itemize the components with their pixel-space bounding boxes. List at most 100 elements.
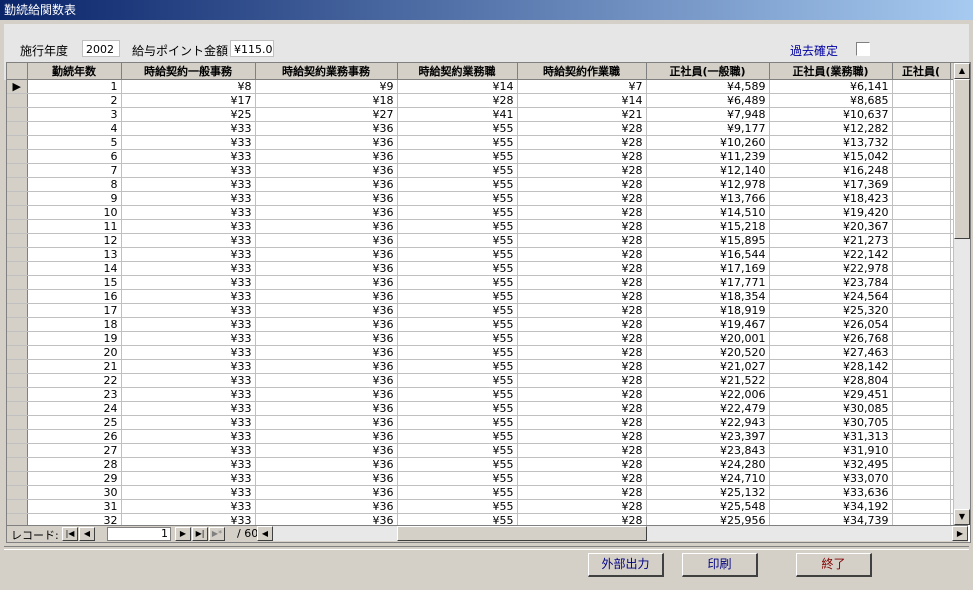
row-selector[interactable]: [7, 205, 28, 220]
table-cell[interactable]: ¥55: [397, 275, 518, 290]
table-row[interactable]: 16 ¥33 ¥36 ¥55 ¥28 ¥18,354 ¥24,564: [7, 289, 955, 304]
table-cell[interactable]: ¥28: [517, 331, 647, 346]
table-row[interactable]: 15 ¥33 ¥36 ¥55 ¥28 ¥17,771 ¥23,784: [7, 275, 955, 290]
table-cell[interactable]: ¥36: [255, 163, 398, 178]
table-cell[interactable]: 11: [27, 219, 122, 234]
table-cell[interactable]: ¥55: [397, 457, 518, 472]
table-cell[interactable]: ¥34,192: [769, 499, 893, 514]
table-cell[interactable]: [892, 443, 951, 458]
table-cell[interactable]: ¥25,548: [646, 499, 770, 514]
table-cell[interactable]: ¥15,218: [646, 219, 770, 234]
table-cell[interactable]: ¥55: [397, 289, 518, 304]
table-cell[interactable]: ¥33: [121, 247, 256, 262]
table-cell[interactable]: 1: [27, 79, 122, 94]
table-cell[interactable]: ¥55: [397, 149, 518, 164]
table-cell[interactable]: ¥33: [121, 359, 256, 374]
table-cell[interactable]: ¥36: [255, 359, 398, 374]
row-selector[interactable]: [7, 415, 28, 430]
table-cell[interactable]: ¥55: [397, 191, 518, 206]
table-cell[interactable]: ¥36: [255, 373, 398, 388]
table-cell[interactable]: ¥28: [517, 233, 647, 248]
table-cell[interactable]: 14: [27, 261, 122, 276]
table-cell[interactable]: [892, 457, 951, 472]
table-cell[interactable]: ¥28: [517, 485, 647, 500]
row-selector[interactable]: [7, 135, 28, 150]
table-cell[interactable]: ¥33: [121, 387, 256, 402]
table-cell[interactable]: ¥33: [121, 443, 256, 458]
new-record-icon[interactable]: ▶*: [209, 527, 225, 541]
table-cell[interactable]: ¥36: [255, 401, 398, 416]
table-row[interactable]: 17 ¥33 ¥36 ¥55 ¥28 ¥18,919 ¥25,320: [7, 303, 955, 318]
table-cell[interactable]: ¥20,520: [646, 345, 770, 360]
table-cell[interactable]: ¥27,463: [769, 345, 893, 360]
row-selector[interactable]: [7, 485, 28, 500]
row-selector[interactable]: [7, 429, 28, 444]
table-cell[interactable]: ¥36: [255, 233, 398, 248]
table-cell[interactable]: [892, 331, 951, 346]
table-cell[interactable]: 13: [27, 247, 122, 262]
table-cell[interactable]: ¥13,732: [769, 135, 893, 150]
table-cell[interactable]: ¥17,369: [769, 177, 893, 192]
row-selector[interactable]: [7, 443, 28, 458]
row-selector[interactable]: ▶: [7, 79, 28, 94]
table-cell[interactable]: ¥21: [517, 107, 647, 122]
table-row[interactable]: 29 ¥33 ¥36 ¥55 ¥28 ¥24,710 ¥33,070: [7, 471, 955, 486]
table-cell[interactable]: ¥21,273: [769, 233, 893, 248]
table-cell[interactable]: ¥28: [517, 303, 647, 318]
table-cell[interactable]: ¥28: [517, 415, 647, 430]
column-header[interactable]: 勤続年数: [27, 63, 122, 80]
table-row[interactable]: 5 ¥33 ¥36 ¥55 ¥28 ¥10,260 ¥13,732: [7, 135, 955, 150]
table-cell[interactable]: ¥33: [121, 289, 256, 304]
row-selector[interactable]: [7, 345, 28, 360]
table-cell[interactable]: 12: [27, 233, 122, 248]
table-cell[interactable]: ¥28: [517, 261, 647, 276]
table-row[interactable]: 3 ¥25 ¥27 ¥41 ¥21 ¥7,948 ¥10,637: [7, 107, 955, 122]
table-cell[interactable]: 21: [27, 359, 122, 374]
table-cell[interactable]: ¥28: [517, 429, 647, 444]
table-cell[interactable]: ¥22,978: [769, 261, 893, 276]
column-header[interactable]: 正社員(: [892, 63, 951, 80]
table-cell[interactable]: 3: [27, 107, 122, 122]
table-cell[interactable]: [892, 471, 951, 486]
table-cell[interactable]: ¥30,705: [769, 415, 893, 430]
table-cell[interactable]: ¥31,910: [769, 443, 893, 458]
table-cell[interactable]: 17: [27, 303, 122, 318]
table-row[interactable]: 6 ¥33 ¥36 ¥55 ¥28 ¥11,239 ¥15,042: [7, 149, 955, 164]
table-cell[interactable]: ¥36: [255, 275, 398, 290]
table-cell[interactable]: ¥36: [255, 317, 398, 332]
table-cell[interactable]: ¥26,054: [769, 317, 893, 332]
table-cell[interactable]: ¥12,282: [769, 121, 893, 136]
table-cell[interactable]: [892, 429, 951, 444]
row-selector[interactable]: [7, 317, 28, 332]
table-cell[interactable]: ¥33: [121, 401, 256, 416]
table-cell[interactable]: ¥36: [255, 121, 398, 136]
table-cell[interactable]: ¥55: [397, 303, 518, 318]
table-cell[interactable]: ¥28: [517, 443, 647, 458]
table-cell[interactable]: 6: [27, 149, 122, 164]
table-row[interactable]: 14 ¥33 ¥36 ¥55 ¥28 ¥17,169 ¥22,978: [7, 261, 955, 276]
table-cell[interactable]: [892, 485, 951, 500]
table-cell[interactable]: ¥33: [121, 163, 256, 178]
table-cell[interactable]: ¥19,467: [646, 317, 770, 332]
table-cell[interactable]: ¥28: [517, 177, 647, 192]
table-row[interactable]: 9 ¥33 ¥36 ¥55 ¥28 ¥13,766 ¥18,423: [7, 191, 955, 206]
table-cell[interactable]: ¥32,495: [769, 457, 893, 472]
table-cell[interactable]: ¥17: [121, 93, 256, 108]
table-cell[interactable]: ¥16,248: [769, 163, 893, 178]
table-row[interactable]: 31 ¥33 ¥36 ¥55 ¥28 ¥25,548 ¥34,192: [7, 499, 955, 514]
table-cell[interactable]: [892, 289, 951, 304]
table-cell[interactable]: 31: [27, 499, 122, 514]
table-cell[interactable]: [892, 261, 951, 276]
column-header[interactable]: 正社員(一般職): [646, 63, 770, 80]
scroll-right-icon[interactable]: ▶: [952, 526, 968, 541]
table-cell[interactable]: ¥55: [397, 331, 518, 346]
table-cell[interactable]: [892, 303, 951, 318]
column-header[interactable]: 時給契約業務事務: [255, 63, 398, 80]
table-cell[interactable]: ¥36: [255, 303, 398, 318]
table-cell[interactable]: ¥6,489: [646, 93, 770, 108]
table-cell[interactable]: 8: [27, 177, 122, 192]
table-cell[interactable]: ¥55: [397, 205, 518, 220]
table-cell[interactable]: ¥18,423: [769, 191, 893, 206]
scroll-left-icon[interactable]: ◀: [257, 526, 273, 541]
table-cell[interactable]: [892, 499, 951, 514]
